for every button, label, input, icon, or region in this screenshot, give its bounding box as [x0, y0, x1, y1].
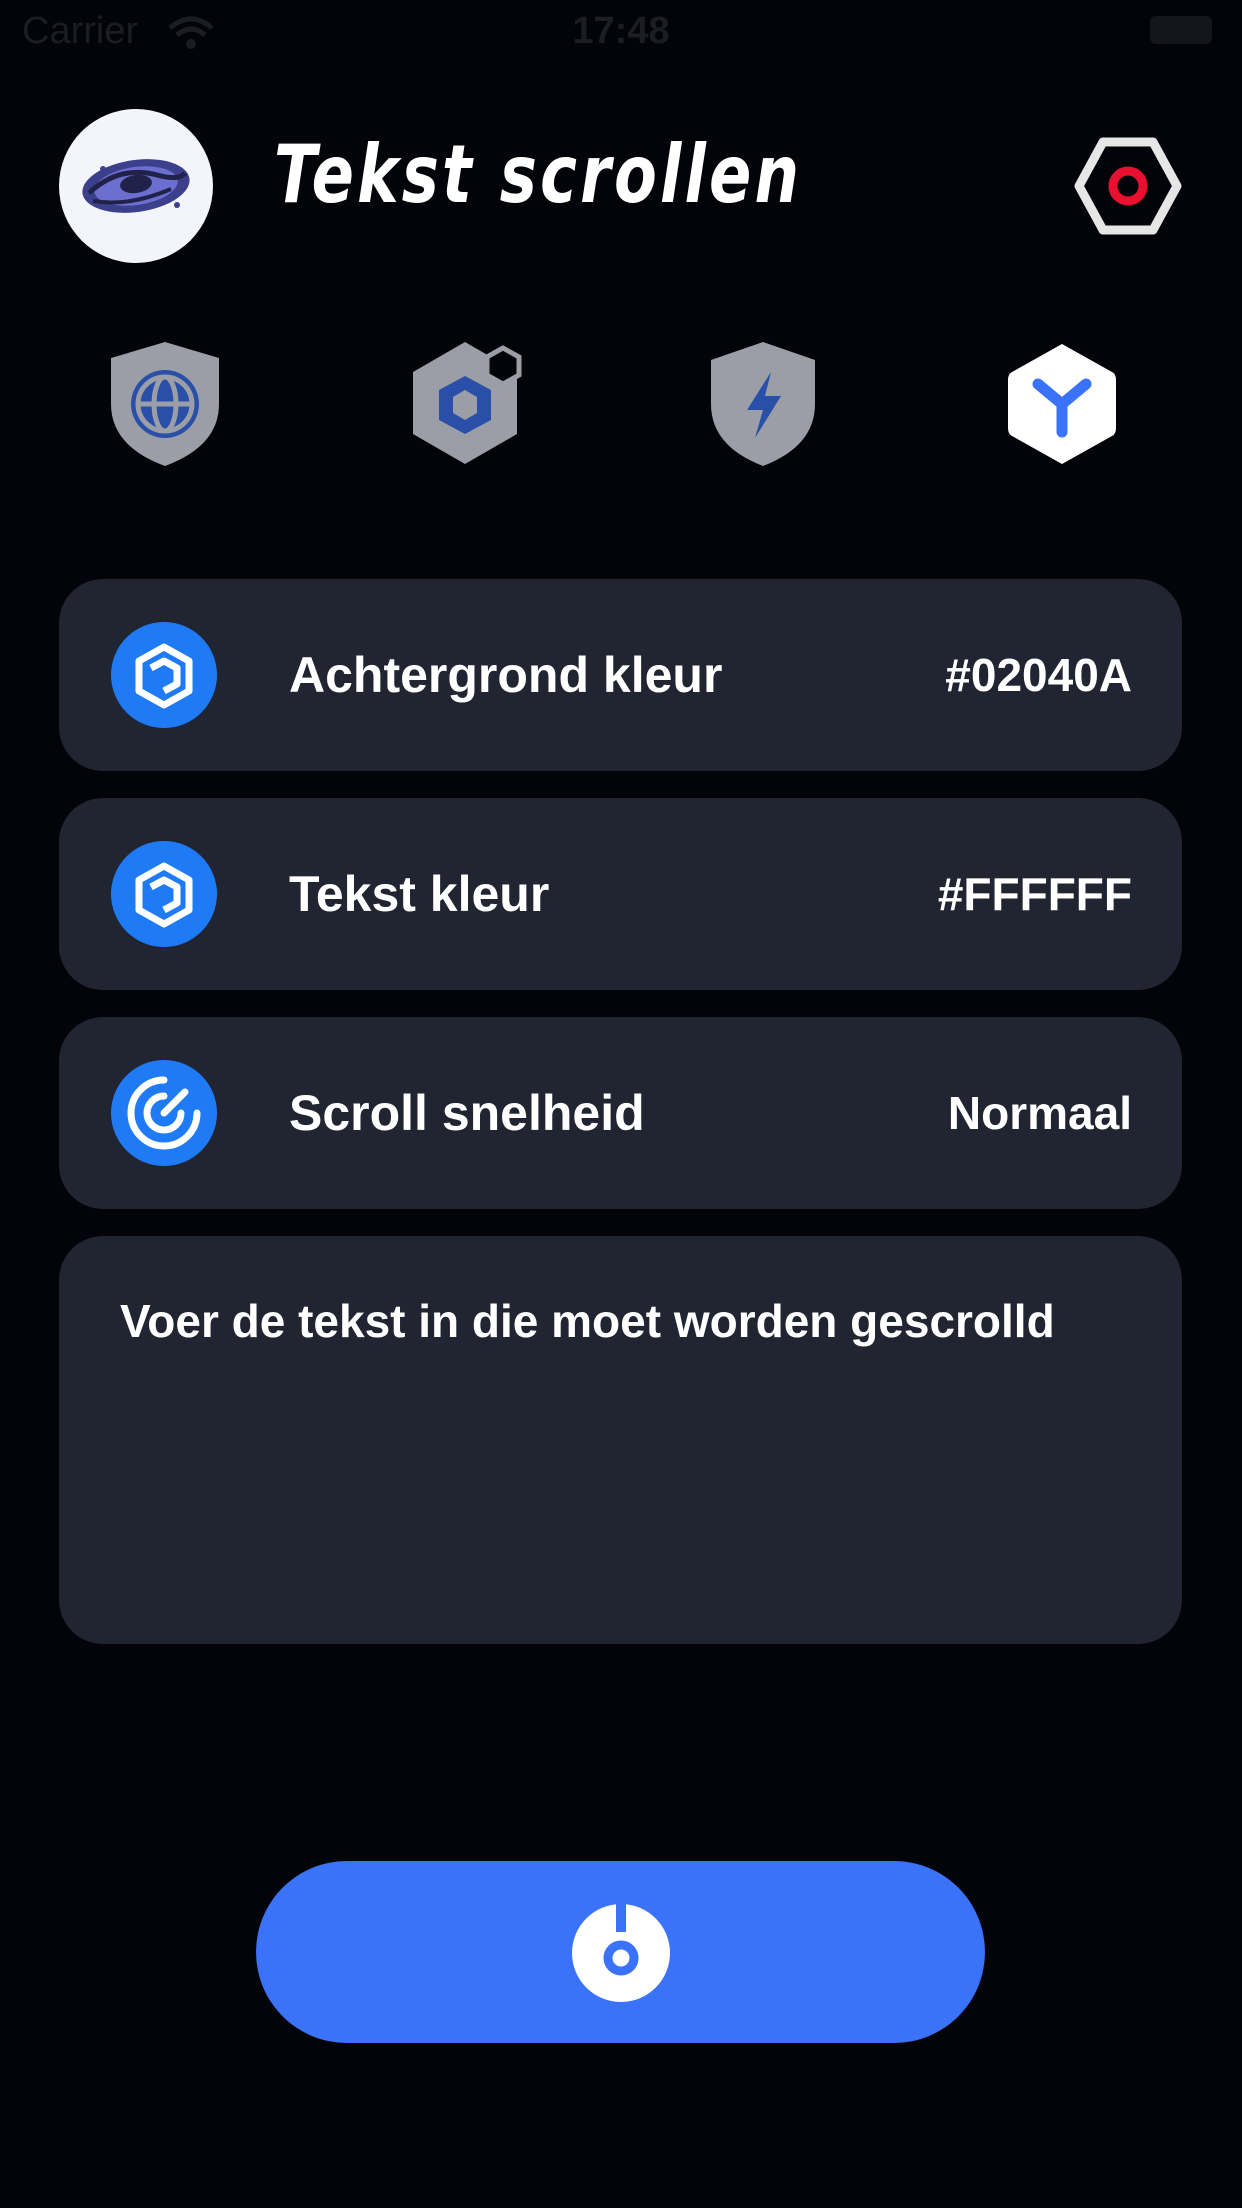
- setting-row-background-color[interactable]: Achtergrond kleur #02040A: [59, 579, 1182, 771]
- power-icon: [570, 1902, 672, 2004]
- tab-hexagon-y[interactable]: [1000, 338, 1124, 470]
- start-scroll-button[interactable]: [256, 1861, 985, 2043]
- setting-label: Tekst kleur: [289, 866, 550, 922]
- hexagon-cube-icon: [413, 342, 522, 464]
- page-title: Tekst scrollen: [274, 128, 803, 221]
- setting-row-scroll-speed[interactable]: Scroll snelheid Normaal: [59, 1017, 1182, 1209]
- galaxy-logo-icon[interactable]: [59, 109, 213, 263]
- hexagon-record-icon[interactable]: [1073, 136, 1183, 236]
- lightning-shield-icon: [711, 342, 815, 466]
- setting-label: Scroll snelheid: [289, 1085, 645, 1141]
- tab-globe-shield[interactable]: [103, 338, 227, 470]
- hexagon-y-icon: [1008, 344, 1116, 464]
- globe-shield-icon: [111, 342, 219, 466]
- setting-label: Achtergrond kleur: [289, 647, 723, 703]
- cube-icon: [111, 622, 217, 728]
- tab-lightning-shield[interactable]: [701, 338, 825, 470]
- cube-icon: [111, 841, 217, 947]
- setting-row-text-color[interactable]: Tekst kleur #FFFFFF: [59, 798, 1182, 990]
- scroll-text-input[interactable]: Voer de tekst in die moet worden gescrol…: [59, 1236, 1182, 1644]
- status-bar: Carrier 17:48: [0, 0, 1242, 62]
- setting-value: #02040A: [945, 649, 1132, 701]
- battery-icon: [1150, 16, 1212, 44]
- clock: 17:48: [572, 10, 670, 52]
- speed-dial-icon: [111, 1060, 217, 1166]
- setting-value: Normaal: [947, 1087, 1132, 1139]
- tab-hexagon-cube[interactable]: [403, 338, 527, 470]
- setting-value: #FFFFFF: [937, 868, 1132, 920]
- text-input-placeholder: Voer de tekst in die moet worden gescrol…: [120, 1295, 1055, 1347]
